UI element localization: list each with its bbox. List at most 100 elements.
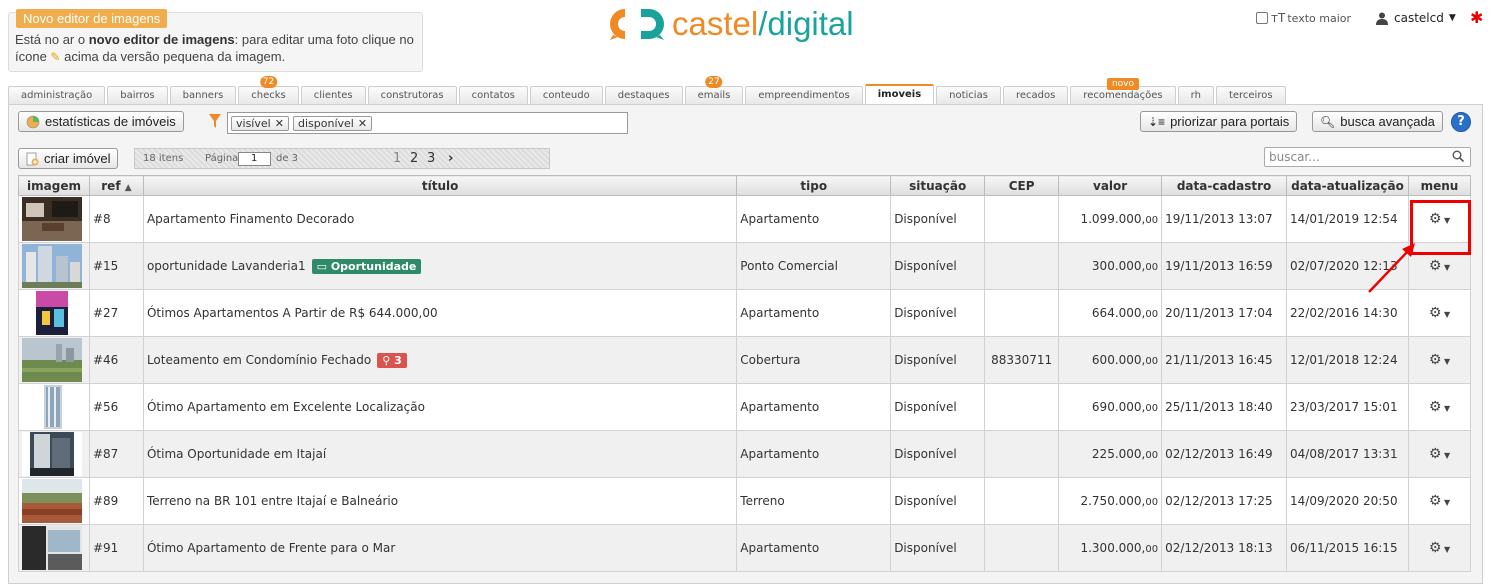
tab-empreendimentos[interactable]: empreendimentos <box>745 86 863 104</box>
tab-clientes[interactable]: clientes <box>300 86 366 104</box>
value-cents: 00 <box>1145 356 1159 367</box>
page-link-1[interactable]: 1 <box>393 151 401 166</box>
title-link[interactable]: Ótimo Apartamento de Frente para o Mar <box>147 541 395 555</box>
close-icon[interactable]: ✕ <box>358 117 367 130</box>
tab-label: noticias <box>949 90 988 101</box>
tab-administra-o[interactable]: administração <box>8 86 106 104</box>
image-thumbnail[interactable] <box>22 244 82 288</box>
search-icon[interactable] <box>1452 150 1464 162</box>
image-cell[interactable] <box>18 242 90 290</box>
checkbox-icon[interactable] <box>1256 12 1268 24</box>
bigger-text-toggle[interactable]: ᴛT texto maior <box>1256 11 1351 25</box>
tab-conteudo[interactable]: conteudo <box>529 86 603 104</box>
image-thumbnail[interactable] <box>22 197 82 241</box>
title-link[interactable]: Terreno na BR 101 entre Itajaí e Balneár… <box>147 494 398 508</box>
filter-chip-available[interactable]: disponível ✕ <box>293 116 373 131</box>
tab-bairros[interactable]: bairros <box>107 86 168 104</box>
title-cell[interactable]: Ótimos Apartamentos A Partir de R$ 644.0… <box>142 289 738 337</box>
row-menu-button[interactable]: ⚙ ▼ <box>1407 289 1472 337</box>
tab-checks[interactable]: checks 72 <box>238 76 299 104</box>
tab-recomenda-es[interactable]: recomendações novo <box>1070 78 1176 104</box>
col-header-type[interactable]: tipo <box>736 175 892 196</box>
row-menu-button[interactable]: ⚙ ▼ <box>1407 336 1472 384</box>
tab-construtoras[interactable]: construtoras <box>367 86 457 104</box>
row-menu-button[interactable]: ⚙ ▼ <box>1407 195 1472 243</box>
create-property-button[interactable]: criar imóvel <box>18 148 119 169</box>
tab-rh[interactable]: rh <box>1177 86 1214 104</box>
image-cell[interactable] <box>18 195 90 243</box>
search-input[interactable]: buscar... <box>1264 147 1471 167</box>
title-cell[interactable]: Terreno na BR 101 entre Itajaí e Balneár… <box>142 477 738 525</box>
tab-imoveis[interactable]: imoveis <box>864 84 935 104</box>
col-header-updated[interactable]: data-atualização <box>1286 175 1409 196</box>
title-link[interactable]: Ótimos Apartamentos A Partir de R$ 644.0… <box>147 306 438 320</box>
close-icon[interactable]: ✕ <box>275 117 284 130</box>
funnel-icon[interactable] <box>209 113 221 129</box>
type-cell: Ponto Comercial <box>736 242 892 290</box>
col-header-ref[interactable]: ref ▲ <box>88 175 144 196</box>
title-link[interactable]: oportunidade Lavanderia1 <box>147 259 306 273</box>
table-row[interactable]: #27 Ótimos Apartamentos A Partir de R$ 64… <box>18 289 1472 337</box>
page-link-2[interactable]: 2 <box>410 151 418 166</box>
created-date-cell: 02/12/2013 16:49 <box>1161 430 1288 478</box>
image-cell[interactable] <box>18 524 90 572</box>
title-cell[interactable]: Ótimo Apartamento em Excelente Localizaç… <box>142 383 738 431</box>
col-header-status[interactable]: situação <box>890 175 986 196</box>
table-row[interactable]: #89 Terreno na BR 101 entre Itajaí e Baln… <box>18 477 1472 525</box>
page-number-input[interactable]: 1 <box>238 152 271 166</box>
filter-input[interactable]: visível ✕ disponível ✕ <box>227 112 628 134</box>
image-cell[interactable] <box>18 383 90 431</box>
image-thumbnail[interactable] <box>22 338 82 382</box>
row-menu-button[interactable]: ⚙ ▼ <box>1407 383 1472 431</box>
filter-chip-visible[interactable]: visível ✕ <box>231 116 289 131</box>
image-cell[interactable] <box>18 289 90 337</box>
table-row[interactable]: #46 Loteamento em Condomínio Fechado ⚲ 3 Co… <box>18 336 1472 384</box>
table-row[interactable]: #8 Apartamento Finamento Decorado Apartame… <box>18 195 1472 243</box>
title-cell[interactable]: Apartamento Finamento Decorado <box>142 195 738 243</box>
col-header-created[interactable]: data-cadastro <box>1161 175 1288 196</box>
tab-destaques[interactable]: destaques <box>604 86 683 104</box>
table-row[interactable]: #56 Ótimo Apartamento em Excelente Locali… <box>18 383 1472 431</box>
brand-logo[interactable]: castel / digital <box>608 4 854 44</box>
tab-contatos[interactable]: contatos <box>458 86 528 104</box>
col-header-value[interactable]: valor <box>1058 175 1163 196</box>
title-link[interactable]: Loteamento em Condomínio Fechado <box>147 353 371 367</box>
row-menu-button[interactable]: ⚙ ▼ <box>1407 524 1472 572</box>
col-header-cep[interactable]: CEP <box>984 175 1060 196</box>
asterisk-icon[interactable]: ✱ <box>1470 8 1483 27</box>
image-thumbnail[interactable] <box>22 385 82 429</box>
row-menu-button[interactable]: ⚙ ▼ <box>1407 430 1472 478</box>
image-thumbnail[interactable] <box>22 291 82 335</box>
title-cell[interactable]: Ótima Oportunidade em Itajaí <box>142 430 738 478</box>
row-menu-button[interactable]: ⚙ ▼ <box>1407 477 1472 525</box>
tab-terceiros[interactable]: terceiros <box>1215 86 1286 104</box>
advanced-search-button[interactable]: 🔍︎ busca avançada <box>1312 111 1443 132</box>
image-cell[interactable] <box>18 336 90 384</box>
tab-emails[interactable]: emails 27 <box>684 76 744 104</box>
table-row[interactable]: #91 Ótimo Apartamento de Frente para o Ma… <box>18 524 1472 572</box>
title-cell[interactable]: oportunidade Lavanderia1 ▭ Oportunidade <box>142 242 738 290</box>
page-link-3[interactable]: 3 <box>427 151 435 166</box>
tab-noticias[interactable]: noticias <box>936 86 1001 104</box>
tab-recados[interactable]: recados <box>1002 86 1069 104</box>
help-icon[interactable]: ? <box>1451 112 1471 132</box>
image-thumbnail[interactable] <box>22 432 82 476</box>
title-cell[interactable]: Ótimo Apartamento de Frente para o Mar <box>142 524 738 572</box>
tab-banners[interactable]: banners <box>169 86 237 104</box>
notice-text-post: acima da versão pequena da imagem. <box>60 49 286 64</box>
col-header-title[interactable]: título <box>142 175 738 196</box>
table-row[interactable]: #15 oportunidade Lavanderia1 ▭ Oportunidad… <box>18 242 1472 290</box>
stats-button[interactable]: estatísticas de imóveis <box>18 111 184 132</box>
image-thumbnail[interactable] <box>22 479 82 523</box>
title-cell[interactable]: Loteamento em Condomínio Fechado ⚲ 3 <box>142 336 738 384</box>
title-link[interactable]: Apartamento Finamento Decorado <box>147 212 354 226</box>
next-page-icon[interactable]: › <box>448 151 453 166</box>
image-cell[interactable] <box>18 477 90 525</box>
title-link[interactable]: Ótimo Apartamento em Excelente Localizaç… <box>147 400 425 414</box>
image-thumbnail[interactable] <box>22 526 82 570</box>
prioritize-button[interactable]: ⇣≡ priorizar para portais <box>1140 111 1298 132</box>
user-menu[interactable]: castelcd ▼ <box>1376 11 1456 25</box>
table-row[interactable]: #87 Ótima Oportunidade em Itajaí Apartamen… <box>18 430 1472 478</box>
image-cell[interactable] <box>18 430 90 478</box>
title-link[interactable]: Ótima Oportunidade em Itajaí <box>147 447 326 461</box>
